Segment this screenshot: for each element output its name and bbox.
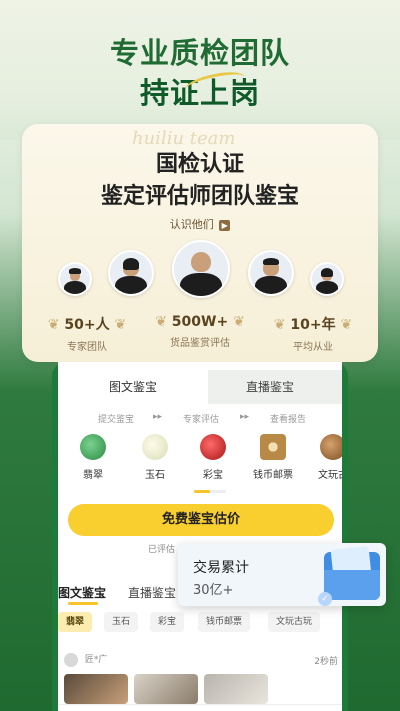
check-icon: ✓ [318,592,332,606]
feed-item-header: 匠*广 2秒前 [64,652,338,667]
wallet-icon: ✓ [318,546,380,606]
trade-total-card: 交易累计 30亿+ ✓ [178,543,386,606]
trade-total-value: 30亿+ [193,583,234,598]
bottom-nav [58,704,342,711]
stat-label: 货品鉴赏评估 [170,338,230,349]
expert-avatar [58,262,92,296]
thumbnail-image[interactable] [64,674,128,704]
know-them-label: 认识他们 [169,218,214,231]
feed-timestamp: 2秒前 [314,657,338,667]
stat-label: 平均从业 [293,342,333,353]
filter-chip[interactable]: 钱币邮票 [198,612,251,632]
free-appraisal-button[interactable]: 免费鉴宝估价 [68,504,334,536]
category-coins[interactable]: 钱币邮票 [246,434,300,481]
stat-value: 50+人 [64,317,110,333]
cert-title: 国检认证 [155,152,244,177]
feed-thumbnails [64,674,342,704]
know-them-link[interactable]: 认识他们 ▶ [22,216,378,232]
filter-chip[interactable]: 文玩古玩 [268,612,321,632]
filter-chip[interactable]: 彩宝 [150,612,185,632]
category-label: 钱币邮票 [253,470,293,481]
category-row: 翡翠 玉石 彩宝 钱币邮票 文玩古 [58,434,342,490]
play-arrow-icon: ▶ [219,219,231,231]
step-submit: 提交鉴宝 [98,415,135,425]
tab-live-appraisal[interactable]: 直播鉴宝 [198,370,342,404]
ruby-icon [200,434,226,460]
avatar [64,652,78,667]
carousel-indicator [194,490,226,493]
cert-subtitle: 鉴定评估师团队鉴宝 [100,184,299,209]
filter-chip[interactable]: 翡翠 [58,612,93,632]
phone-mockup: 直播鉴宝 图文鉴宝 提交鉴宝 ▸▸ 专家评估 ▸▸ 查看报告 翡翠 玉石 彩宝 [52,362,348,711]
expert-avatar [108,250,154,296]
filter-chip[interactable]: 玉石 [104,612,139,632]
stat-label: 专家团队 [67,342,107,353]
jade-stone-icon [142,434,168,460]
expert-avatar [310,262,344,296]
appraised-hint: 已评估 [148,545,176,555]
coin-icon [260,434,286,460]
chevron-right-icon: ▸▸ [153,412,163,422]
category-gem[interactable]: 彩宝 [186,434,240,481]
stat-value: 500W+ [171,314,229,330]
category-label: 翡翠 [83,470,103,481]
certification-card: huiliu team 国检认证 鉴定评估师团队鉴宝 认识他们 ▶ ❦ 50+人… [22,124,378,362]
headline-line1: 专业质检团队 [109,36,290,70]
category-label: 彩宝 [203,470,223,481]
category-stone[interactable]: 玉石 [128,434,182,481]
stat-experts: ❦ 50+人 ❦ 专家团队 [32,314,142,353]
category-jade[interactable]: 翡翠 [66,434,120,481]
chevron-right-icon: ▸▸ [240,412,250,422]
antique-icon [320,434,342,460]
feed-username: 匠*广 [84,655,108,665]
stat-years: ❦ 10+年 ❦ 平均从业 [258,314,368,353]
expert-avatar [248,250,294,296]
filter-chips: 翡翠 玉石 彩宝 钱币邮票 文玩古玩 [58,612,342,632]
thumbnail-image[interactable] [134,674,198,704]
stat-items: ❦ 500W+ ❦ 货品鉴赏评估 [145,314,255,349]
expert-avatar [172,240,230,298]
feed-tab-photo[interactable]: 图文鉴宝 [58,584,106,605]
category-antique[interactable]: 文玩古 [306,434,342,481]
trade-total-title: 交易累计 [193,560,249,576]
category-label: 玉石 [145,470,165,481]
step-evaluate: 专家评估 [183,415,220,425]
mode-tabs: 直播鉴宝 图文鉴宝 [58,370,342,404]
category-label: 文玩古 [318,470,342,481]
thumbnail-image[interactable] [204,674,268,704]
app-screen: 直播鉴宝 图文鉴宝 提交鉴宝 ▸▸ 专家评估 ▸▸ 查看报告 翡翠 玉石 彩宝 [58,362,342,711]
jade-pendant-icon [80,434,106,460]
feed-tab-live[interactable]: 直播鉴宝 [128,584,176,601]
stat-value: 10+年 [290,317,336,333]
tab-photo-appraisal[interactable]: 图文鉴宝 [58,370,208,404]
step-report: 查看报告 [270,415,307,425]
